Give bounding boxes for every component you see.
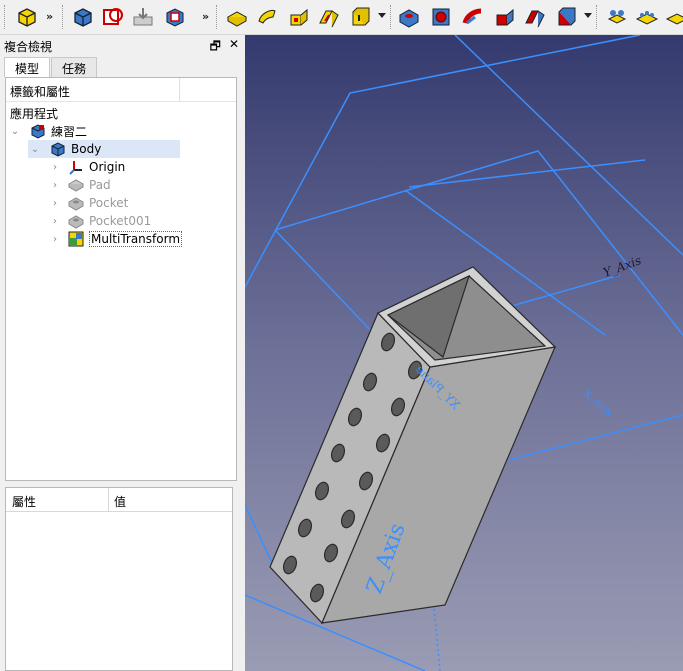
multitransform-label: MultiTransform (89, 231, 183, 247)
tree-document-row[interactable]: ⌄ 練習二 (8, 122, 87, 140)
property-header: 屬性 值 (6, 488, 232, 512)
additive-box-icon (352, 7, 370, 26)
hole-icon (432, 8, 450, 26)
model-tree[interactable]: 標籤和屬性 應用程式 ⌄ 練習二 ⌄ Body › Origin › Pad ›… (5, 77, 237, 481)
datum-plane-button[interactable] (604, 4, 630, 30)
pocket-tool-icon (399, 9, 419, 28)
workbench-part-button[interactable] (14, 4, 40, 30)
create-sketch-button[interactable] (100, 4, 126, 30)
subtractive-primitive-button[interactable] (554, 4, 580, 30)
tab-model[interactable]: 模型 (4, 57, 51, 77)
shape-binder-button[interactable] (634, 4, 660, 30)
collapse-arrow-icon[interactable]: ⌄ (8, 126, 22, 137)
value-column-header[interactable]: 值 (114, 493, 126, 510)
document-icon (30, 123, 46, 139)
tree-item-pocket[interactable]: › Pocket (48, 194, 128, 212)
pad-icon (226, 11, 248, 27)
toolbar-grip[interactable] (4, 5, 6, 29)
3d-viewport[interactable]: Z_Axis XY_Plane Y_Axis X_Axis (245, 35, 683, 671)
tree-header-label[interactable]: 標籤和屬性 (10, 83, 70, 100)
pocket-icon (68, 213, 84, 229)
tree-header: 標籤和屬性 (6, 78, 236, 102)
collapse-arrow-icon[interactable]: ⌄ (28, 144, 42, 155)
subtractive-loft-button[interactable] (492, 4, 518, 30)
datum-icon (607, 10, 627, 24)
pocket-button[interactable] (396, 4, 422, 30)
additive-loft-button[interactable] (286, 4, 312, 30)
hole-button[interactable] (428, 4, 454, 30)
pocket001-label: Pocket001 (89, 214, 152, 228)
part-cube-icon (18, 8, 36, 27)
subtractive-loft-icon (496, 8, 514, 26)
toolbar-separator (216, 5, 218, 29)
property-column-header[interactable]: 屬性 (12, 493, 36, 510)
tree-body-row[interactable]: ⌄ Body (28, 140, 180, 158)
toolbar-separator (390, 5, 392, 29)
pad-icon (68, 177, 84, 193)
validate-sketch-button[interactable] (130, 4, 156, 30)
tree-item-origin[interactable]: › Origin (48, 158, 125, 176)
close-panel-button[interactable]: ✕ (229, 37, 239, 58)
groove-icon (462, 8, 482, 25)
revolution-icon (258, 10, 276, 24)
float-panel-button[interactable]: 🗗 (210, 37, 221, 58)
document-label: 練習二 (51, 124, 88, 139)
groove-button[interactable] (460, 4, 486, 30)
pipe-icon (319, 10, 339, 28)
map-sketch-button[interactable] (162, 4, 188, 30)
panel-tabs: 模型 任務 (4, 57, 98, 77)
shape-binder-icon (635, 11, 659, 25)
x-axis-label: X_Axis (581, 389, 614, 419)
viewport-scene: Z_Axis XY_Plane Y_Axis X_Axis (245, 35, 683, 671)
combo-view-panel: 複合檢視 🗗 ✕ 模型 任務 標籤和屬性 應用程式 ⌄ 練習二 ⌄ Body ›… (0, 35, 245, 671)
subtractive-box-icon (558, 7, 576, 26)
origin-label: Origin (89, 160, 126, 174)
body-icon (74, 8, 92, 27)
attach-sketch-icon (166, 8, 184, 27)
tree-item-pocket001[interactable]: › Pocket001 (48, 212, 151, 230)
property-view[interactable]: 屬性 值 (5, 487, 233, 671)
tree-application-row: 應用程式 (10, 104, 58, 122)
tab-tasks[interactable]: 任務 (51, 57, 98, 77)
expand-arrow-icon[interactable]: › (48, 198, 62, 209)
expand-arrow-icon[interactable]: › (48, 162, 62, 173)
toolbar-overflow-left[interactable]: » (46, 10, 53, 23)
panel-title: 複合檢視 (4, 40, 53, 54)
pad-button[interactable] (224, 4, 250, 30)
pocket-label: Pocket (89, 196, 129, 210)
expand-arrow-icon[interactable]: › (48, 216, 62, 227)
additive-primitive-button[interactable] (348, 4, 374, 30)
chevron-down-icon[interactable] (378, 13, 386, 18)
body-label: Body (71, 142, 102, 156)
expand-arrow-icon[interactable]: › (48, 234, 62, 245)
expand-arrow-icon[interactable]: › (48, 180, 62, 191)
toolbar-separator (62, 5, 64, 29)
pad-label: Pad (89, 178, 111, 192)
import-icon (133, 8, 153, 26)
loft-icon (290, 8, 308, 26)
application-label: 應用程式 (10, 106, 59, 121)
tree-item-pad[interactable]: › Pad (48, 176, 111, 194)
clone-icon (665, 13, 683, 25)
tree-item-multitransform[interactable]: › MultiTransform (48, 230, 183, 248)
body-icon (50, 141, 66, 157)
main-toolbar: » » (0, 0, 683, 35)
toolbar-overflow-mid[interactable]: » (202, 10, 209, 23)
toolbar-separator (596, 5, 598, 29)
chevron-down-icon[interactable] (584, 13, 592, 18)
multitransform-icon (68, 231, 84, 247)
pocket-icon (68, 195, 84, 211)
clone-button[interactable] (664, 4, 683, 30)
additive-pipe-button[interactable] (316, 4, 342, 30)
subtractive-pipe-button[interactable] (522, 4, 548, 30)
multitransform-solid (269, 266, 557, 625)
origin-icon (68, 159, 84, 175)
subtractive-pipe-icon (525, 10, 545, 28)
create-body-button[interactable] (70, 4, 96, 30)
revolution-button[interactable] (254, 4, 280, 30)
sketch-icon (103, 8, 123, 25)
